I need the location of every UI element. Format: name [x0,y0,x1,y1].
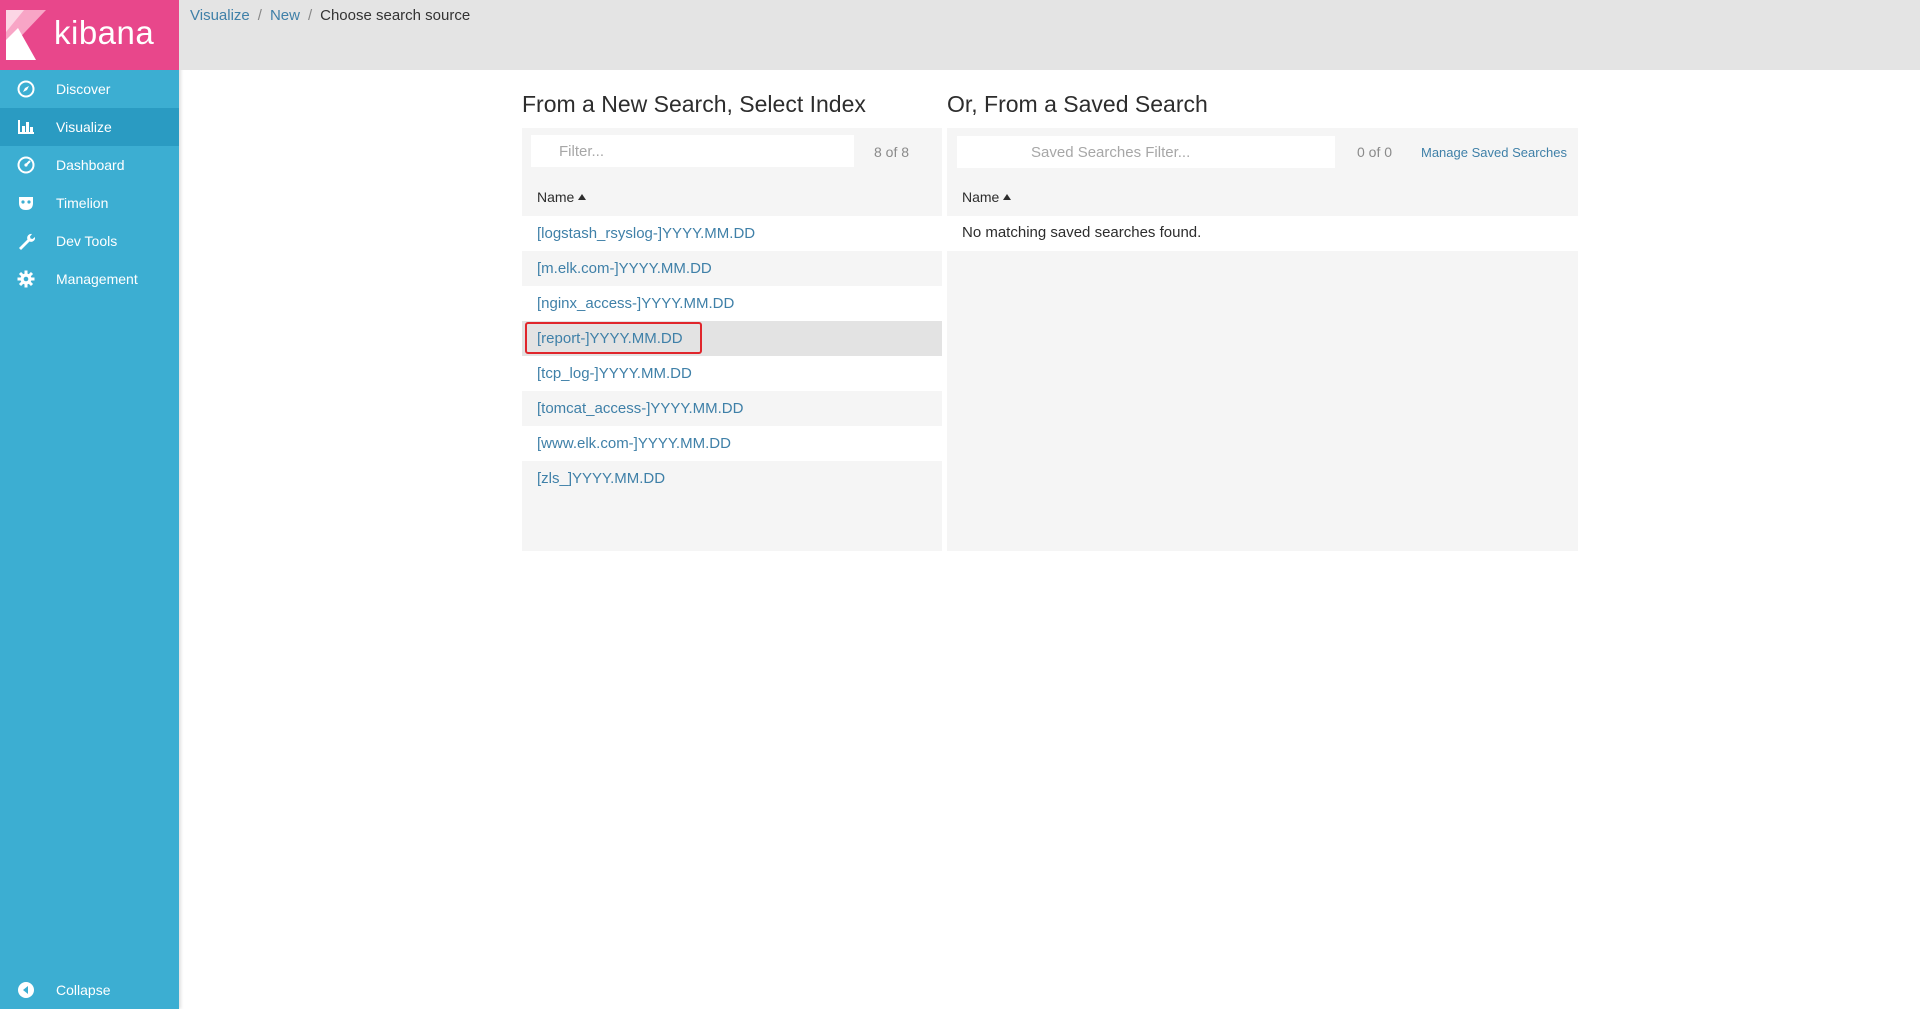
breadcrumb-separator: / [257,7,262,24]
logo-text: kibana [54,14,155,51]
column-header-label: Name [962,189,1000,205]
breadcrumb-visualize-link[interactable]: Visualize [190,7,250,24]
sort-ascending-icon [1003,194,1012,201]
sort-ascending-icon [578,194,587,201]
index-link[interactable]: [nginx_access-]YYYY.MM.DD [537,295,734,312]
sidebar-item-visualize[interactable]: Visualize [0,108,179,146]
saved-search-filter-input[interactable] [957,136,1335,168]
dashboard-gauge-icon [16,155,36,175]
index-link[interactable]: [m.elk.com-]YYYY.MM.DD [537,260,712,277]
saved-search-name-column-header[interactable]: Name [962,189,1012,205]
saved-search-panel: 0 of 0 Manage Saved Searches Name No mat… [947,128,1578,551]
sidebar-item-label: Visualize [56,119,112,135]
sidebar-item-dev-tools[interactable]: Dev Tools [0,222,179,260]
index-row-selected[interactable]: [report-]YYYY.MM.DD [522,321,942,356]
index-row[interactable]: [logstash_rsyslog-]YYYY.MM.DD [522,216,942,251]
gear-icon [16,269,36,289]
top-bar: Visualize / New / Choose search source [179,0,1920,70]
index-list-panel: 8 of 8 Name [logstash_rsyslog-]YYYY.MM.D… [522,128,942,551]
index-link[interactable]: [zls_]YYYY.MM.DD [537,470,665,487]
sidebar-item-label: Dashboard [56,157,125,173]
wrench-icon [16,231,36,251]
column-header-label: Name [537,189,575,205]
sidebar-item-label: Discover [56,81,111,97]
new-search-title: From a New Search, Select Index [522,91,866,117]
breadcrumb-current: Choose search source [320,7,471,24]
empty-message: No matching saved searches found. [962,224,1202,241]
breadcrumb-separator: / [307,7,313,24]
kibana-logo[interactable]: kibana [0,0,179,70]
collapse-arrow-icon [16,980,36,1000]
index-link[interactable]: [tomcat_access-]YYYY.MM.DD [537,400,743,417]
index-row[interactable]: [nginx_access-]YYYY.MM.DD [522,286,942,321]
index-link[interactable]: [tcp_log-]YYYY.MM.DD [537,365,692,382]
index-row[interactable]: [zls_]YYYY.MM.DD [522,461,942,496]
breadcrumb: Visualize / New / Choose search source [190,7,470,24]
index-row[interactable]: [tcp_log-]YYYY.MM.DD [522,356,942,391]
bar-chart-icon [16,117,36,137]
sidebar-item-management[interactable]: Management [0,260,179,298]
saved-search-empty-row: No matching saved searches found. [947,216,1578,251]
collapse-button[interactable]: Collapse [0,971,179,1009]
index-row[interactable]: [www.elk.com-]YYYY.MM.DD [522,426,942,461]
selection-highlight-box [525,322,702,354]
compass-icon [16,79,36,99]
sidebar-item-label: Dev Tools [56,233,118,249]
saved-search-count: 0 of 0 [1357,144,1393,160]
index-count: 8 of 8 [874,144,910,160]
index-row[interactable]: [tomcat_access-]YYYY.MM.DD [522,391,942,426]
index-name-column-header[interactable]: Name [537,189,587,205]
sidebar-item-timelion[interactable]: Timelion [0,184,179,222]
sidebar-item-discover[interactable]: Discover [0,70,179,108]
index-link[interactable]: [logstash_rsyslog-]YYYY.MM.DD [537,225,755,242]
index-row[interactable]: [m.elk.com-]YYYY.MM.DD [522,251,942,286]
manage-saved-searches-link[interactable]: Manage Saved Searches [1421,145,1567,160]
sidebar: kibana Discover Visualize Dashboard Time… [0,0,179,1009]
sidebar-item-label: Management [56,271,138,287]
kibana-logo-icon [6,10,46,60]
timelion-mask-icon [16,193,36,213]
index-link[interactable]: [www.elk.com-]YYYY.MM.DD [537,435,731,452]
collapse-label: Collapse [56,982,111,998]
saved-search-title: Or, From a Saved Search [947,91,1208,117]
sidebar-item-label: Timelion [56,195,109,211]
sidebar-item-dashboard[interactable]: Dashboard [0,146,179,184]
breadcrumb-new-link[interactable]: New [270,7,300,24]
index-filter-input[interactable] [531,135,854,167]
